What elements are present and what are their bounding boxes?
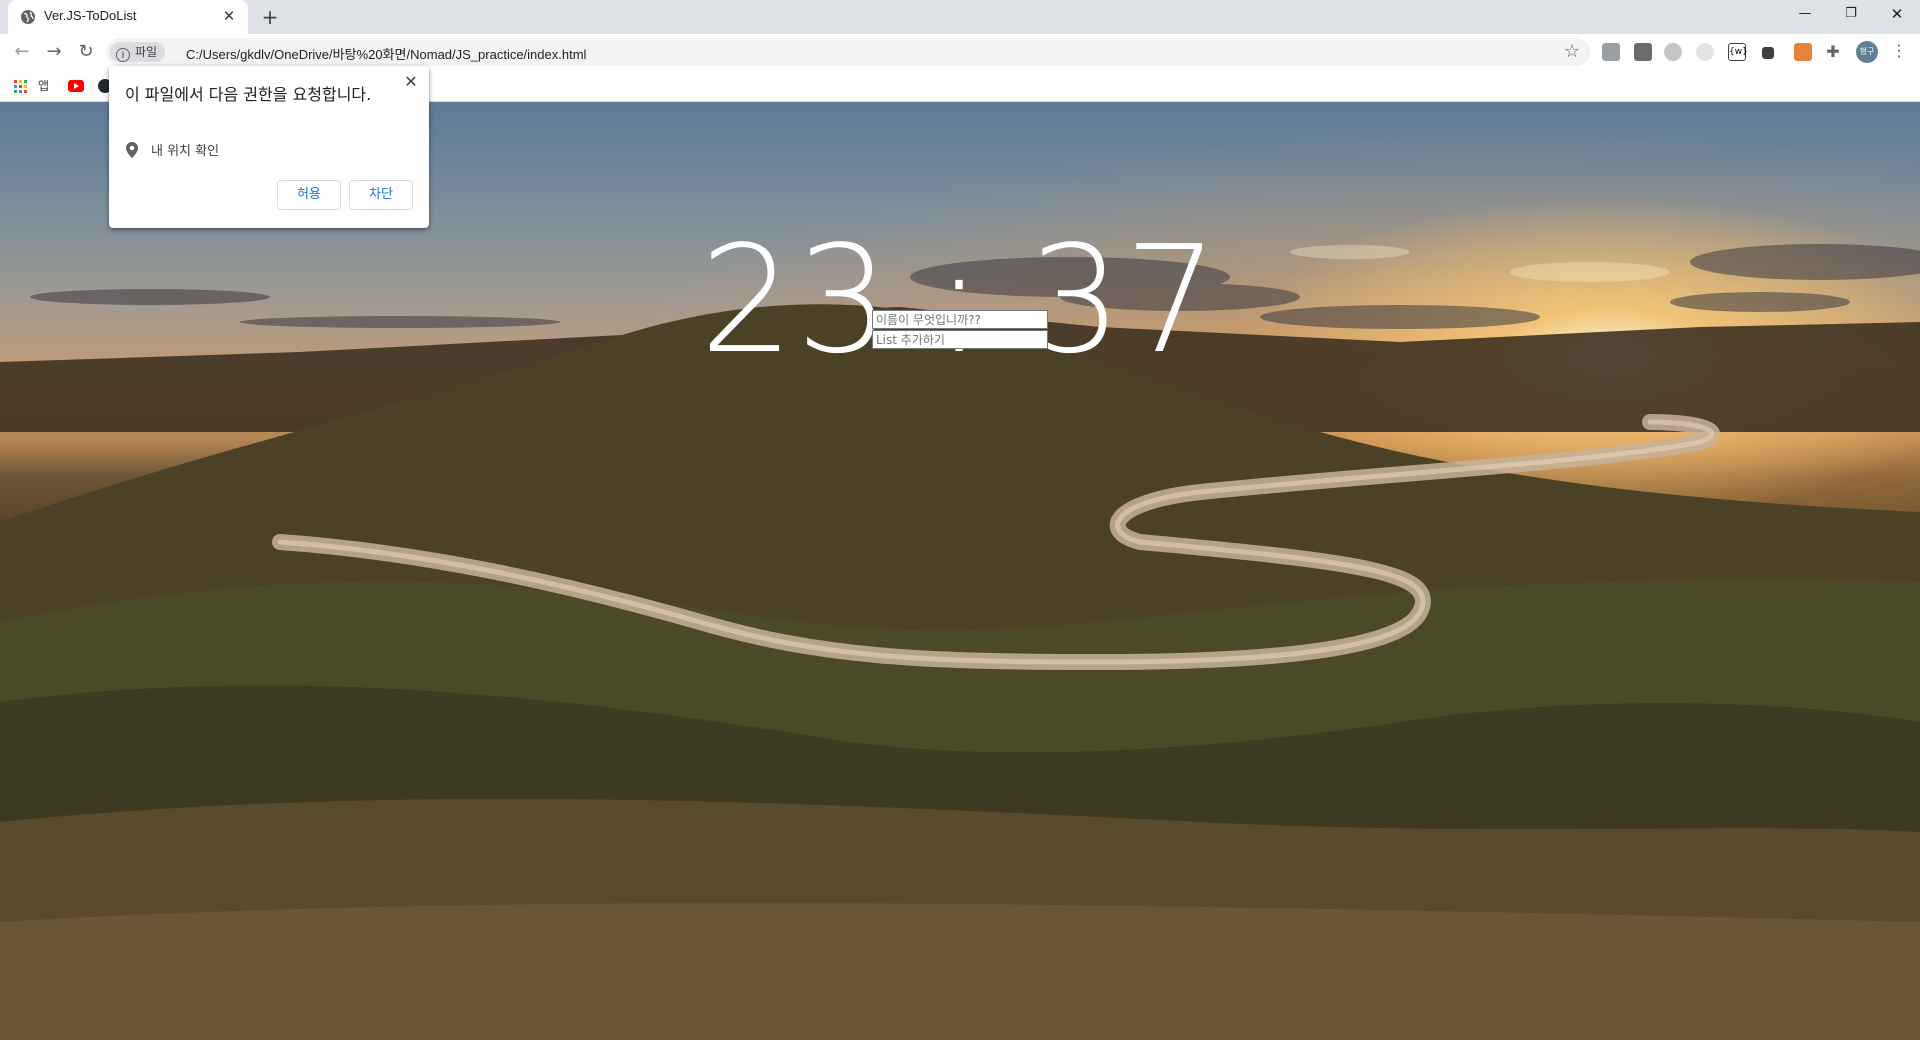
extension-icon[interactable] [1634, 43, 1652, 61]
minimize-icon[interactable]: — [1782, 0, 1828, 30]
info-icon: i [116, 48, 130, 62]
extension-icon[interactable] [1602, 43, 1620, 61]
popup-close-icon[interactable]: ✕ [401, 72, 421, 92]
block-button[interactable]: 차단 [349, 180, 413, 210]
permission-item: 내 위치 확인 [125, 142, 219, 161]
extension-icon[interactable]: {w} [1728, 43, 1748, 61]
url-text: C:/Users/gkdlv/OneDrive/바탕%20화면/Nomad/JS… [186, 47, 587, 62]
tab-strip: Ver.JS-ToDoList ✕ + — ❐ ✕ [0, 0, 1920, 34]
name-input[interactable] [872, 310, 1048, 329]
todo-input[interactable] [872, 330, 1048, 349]
clock-separator: : [934, 214, 986, 386]
restore-icon[interactable]: ❐ [1828, 0, 1874, 30]
forward-icon[interactable]: → [42, 40, 66, 64]
profile-avatar[interactable]: 형구 [1856, 41, 1878, 63]
permission-popup: 이 파일에서 다음 권한을 요청합니다. ✕ 내 위치 확인 허용 차단 [109, 66, 429, 228]
kebab-menu-icon[interactable]: ⋮ [1890, 40, 1908, 62]
youtube-icon[interactable] [68, 80, 84, 92]
tab-close-icon[interactable]: ✕ [220, 7, 238, 25]
back-icon[interactable]: ← [10, 40, 34, 64]
window-close-icon[interactable]: ✕ [1874, 0, 1920, 30]
clock-minutes: 37 [1027, 214, 1221, 386]
reload-icon[interactable]: ↻ [74, 40, 98, 64]
greeting-form [872, 310, 1048, 350]
address-bar[interactable]: i 파일 C:/Users/gkdlv/OneDrive/바탕%20화면/Noma… [106, 38, 1590, 66]
tab-title: Ver.JS-ToDoList [44, 8, 137, 23]
apps-grid-icon[interactable] [14, 80, 28, 94]
page-background: 23:37 [0, 102, 1920, 1040]
permission-title: 이 파일에서 다음 권한을 요청합니다. [125, 85, 372, 104]
location-pin-icon [126, 142, 138, 158]
clock-hours: 23 [699, 214, 893, 386]
toolbar: ← → ↻ i 파일 C:/Users/gkdlv/OneDrive/바탕%20화… [0, 34, 1920, 70]
clock: 23:37 [0, 226, 1920, 374]
permission-item-label: 내 위치 확인 [151, 144, 220, 159]
allow-button[interactable]: 허용 [277, 180, 341, 210]
bookmark-apps[interactable]: 앱 [38, 77, 49, 95]
extension-icon[interactable] [1762, 47, 1774, 59]
site-info-label: 파일 [135, 45, 158, 59]
bookmark-star-icon[interactable]: ☆ [1564, 41, 1580, 62]
globe-icon [21, 10, 35, 24]
site-info-chip[interactable]: i 파일 [110, 42, 166, 62]
new-tab-icon[interactable]: + [258, 5, 282, 29]
browser-tab[interactable]: Ver.JS-ToDoList ✕ [8, 0, 248, 34]
extension-icon[interactable] [1794, 43, 1812, 61]
extension-icon[interactable] [1664, 43, 1682, 61]
extension-icon[interactable] [1696, 43, 1714, 61]
puzzle-icon[interactable]: ✚ [1824, 43, 1842, 61]
